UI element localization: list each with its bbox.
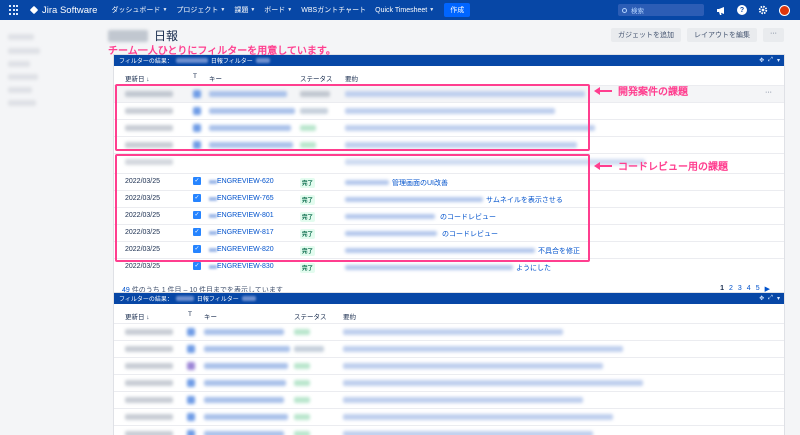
- col-summary[interactable]: 要約: [343, 311, 356, 321]
- megaphone-icon[interactable]: [716, 5, 726, 15]
- help-icon[interactable]: ?: [737, 5, 747, 15]
- nav-boards[interactable]: ボード ▼: [264, 5, 292, 15]
- nav-issues[interactable]: 課題 ▼: [234, 5, 255, 15]
- add-gadget-button[interactable]: ガジェットを追加: [611, 28, 681, 42]
- gadget-title-suffix: 日報フィルター: [196, 297, 239, 303]
- table-header: 更新日 ↓ T キー ステータス 要約: [114, 306, 784, 323]
- status-badge: 完了: [300, 263, 316, 273]
- create-button[interactable]: 作成: [444, 3, 471, 17]
- nav-boards-label: ボード: [264, 7, 286, 14]
- table-row[interactable]: [114, 357, 784, 374]
- user-avatar[interactable]: [779, 4, 790, 16]
- nav-wbs-gantt[interactable]: WBSガントチャート: [301, 5, 366, 15]
- annotation-label-review: コードレビュー用の課題: [618, 162, 728, 173]
- chevron-down-icon: ▼: [220, 7, 226, 13]
- expand-icon[interactable]: ⤢: [768, 57, 773, 64]
- annotation-label-dev: 開発案件の課題: [618, 87, 688, 98]
- expand-icon[interactable]: ⤢: [768, 295, 773, 302]
- nav-right-tools: 検索 ?: [618, 0, 800, 20]
- filter-results-gadget-2: フィルターの結果： 日報フィルター ✥ ⤢ ▾ 更新日 ↓ T キー ステータス…: [113, 292, 785, 435]
- sidebar-item[interactable]: [8, 74, 38, 80]
- product-name: Jira Software: [42, 4, 98, 16]
- col-summary[interactable]: 要約: [345, 73, 358, 83]
- redacted-tag: [255, 58, 270, 63]
- header-actions: ガジェットを追加 レイアウトを編集 ···: [605, 28, 784, 42]
- annotation-box-review: [115, 154, 590, 262]
- nav-dashboards[interactable]: ダッシュボード ▼: [111, 5, 167, 15]
- col-status[interactable]: ステータス: [300, 73, 333, 83]
- sidebar-item[interactable]: [8, 48, 40, 54]
- row-summary-link[interactable]: ようにした: [516, 263, 551, 273]
- table-row[interactable]: [114, 391, 784, 408]
- col-updated[interactable]: 更新日 ↓: [125, 311, 150, 321]
- nav-dashboards-label: ダッシュボード: [111, 7, 161, 14]
- table-row[interactable]: [114, 323, 784, 340]
- redacted-name: [108, 29, 148, 42]
- annotation-headline: チーム一人ひとりにフィルターを用意しています。: [108, 46, 336, 57]
- annotation-box-dev: [115, 84, 590, 151]
- col-updated[interactable]: 更新日 ↓: [125, 73, 150, 83]
- gadget-tools: ✥ ⤢ ▾: [755, 57, 780, 64]
- task-type-icon: ✓: [193, 262, 201, 270]
- table-row[interactable]: [114, 340, 784, 357]
- chevron-down-icon: ▼: [162, 7, 168, 13]
- table-row[interactable]: [114, 408, 784, 425]
- gadget-title-suffix: 日報フィルター: [210, 59, 253, 65]
- jira-logo-icon: [30, 6, 39, 15]
- col-status[interactable]: ステータス: [294, 311, 327, 321]
- menu-icon[interactable]: ▾: [777, 57, 780, 64]
- edit-layout-button[interactable]: レイアウトを編集: [687, 28, 757, 42]
- sidebar-item[interactable]: [8, 34, 34, 40]
- nav-projects[interactable]: プロジェクト ▼: [176, 5, 225, 15]
- chevron-down-icon: ▼: [250, 7, 256, 13]
- redacted-name: [175, 296, 194, 301]
- redacted-name: [175, 58, 208, 63]
- nav-issues-label: 課題: [234, 7, 249, 14]
- move-icon[interactable]: ✥: [759, 295, 764, 302]
- move-icon[interactable]: ✥: [759, 57, 764, 64]
- menu-icon[interactable]: ▾: [777, 295, 780, 302]
- sidebar-item[interactable]: [8, 100, 36, 106]
- nav-wbs-gantt-label: WBSガントチャート: [301, 7, 367, 14]
- nav-quick-timesheet-label: Quick Timesheet: [375, 6, 428, 14]
- more-button[interactable]: ···: [763, 28, 784, 42]
- redacted-summary: [345, 265, 513, 270]
- gadget-title-prefix: フィルターの結果：: [119, 59, 173, 65]
- sidebar: [0, 20, 48, 435]
- row-issue-key[interactable]: ENGREVIEW-830: [217, 263, 274, 270]
- search-icon: [622, 7, 627, 13]
- col-type[interactable]: T: [193, 73, 197, 80]
- row-updated-date: 2022/03/25: [125, 263, 161, 270]
- nav-quick-timesheet[interactable]: Quick Timesheet ▼: [375, 7, 434, 14]
- app-switcher-icon[interactable]: [9, 5, 19, 15]
- gadget-header: フィルターの結果： 日報フィルター ✥ ⤢ ▾: [114, 293, 784, 304]
- col-type[interactable]: T: [188, 311, 192, 318]
- table-row[interactable]: [114, 425, 784, 435]
- gear-icon[interactable]: [758, 5, 768, 15]
- chevron-down-icon: ▼: [287, 7, 293, 13]
- nav-menu: ダッシュボード ▼ プロジェクト ▼ 課題 ▼ ボード ▼ WBSガントチャート Qui…: [111, 3, 471, 17]
- redacted-tag: [241, 296, 256, 301]
- chevron-down-icon: ▼: [429, 7, 435, 13]
- gadget-tools: ✥ ⤢ ▾: [755, 295, 780, 302]
- annotation-arrow-review: [594, 162, 612, 170]
- top-navigation: Jira Software ダッシュボード ▼ プロジェクト ▼ 課題 ▼ ボード ▼ …: [0, 0, 800, 20]
- gadget-title-prefix: フィルターの結果：: [119, 297, 173, 303]
- col-key[interactable]: キー: [209, 73, 222, 83]
- jira-logo[interactable]: Jira Software: [30, 5, 97, 16]
- jira-dashboard: Jira Software ダッシュボード ▼ プロジェクト ▼ 課題 ▼ ボード ▼ …: [0, 0, 800, 435]
- annotation-arrow-dev: [594, 87, 612, 95]
- redacted-key-prefix: [209, 265, 217, 269]
- sidebar-item[interactable]: [8, 87, 32, 93]
- row-more-button[interactable]: ···: [765, 89, 772, 96]
- search-placeholder: 検索: [631, 8, 644, 15]
- nav-projects-label: プロジェクト: [176, 7, 219, 14]
- col-key[interactable]: キー: [204, 311, 217, 321]
- sidebar-item[interactable]: [8, 61, 30, 67]
- table-row[interactable]: [114, 374, 784, 391]
- search-input[interactable]: 検索: [618, 4, 704, 16]
